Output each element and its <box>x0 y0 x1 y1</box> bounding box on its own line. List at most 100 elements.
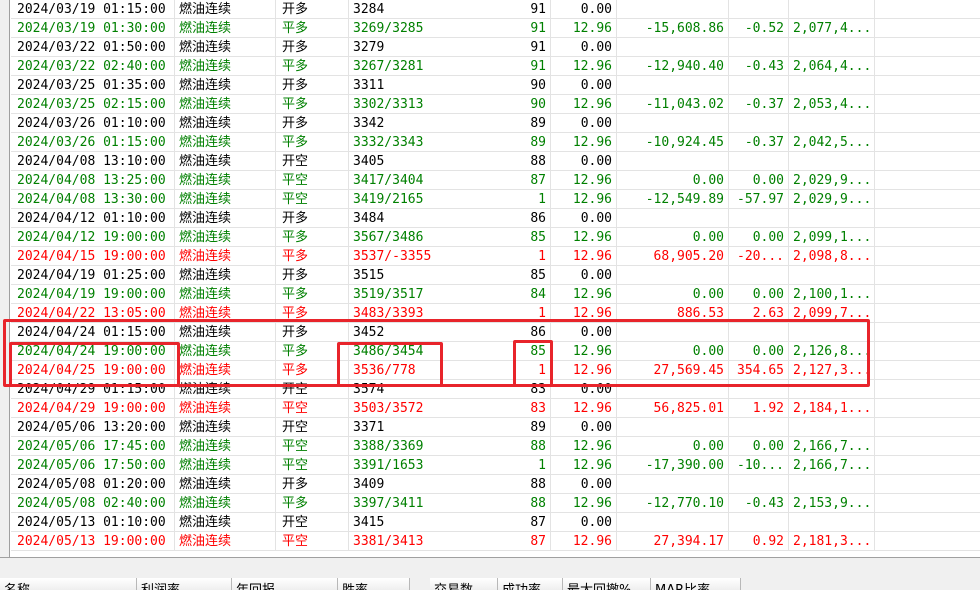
quantity-cell: 1 <box>498 304 551 323</box>
datetime-cell: 2024/05/08 02:40:00 <box>11 494 175 513</box>
action-cell: 开空 <box>276 380 349 399</box>
table-row[interactable]: 2024/05/13 19:00:00 燃油连续 平空 3381/3413 87 12.9… <box>11 532 980 551</box>
return-ratio-cell: -20... <box>729 247 789 266</box>
table-row[interactable]: 2024/05/08 01:20:00 燃油连续 开多 3409 88 0.00 <box>11 475 980 494</box>
table-row[interactable]: 2024/04/08 13:25:00 燃油连续 平空 3417/3404 87 12.9… <box>11 171 980 190</box>
profit-cell: -12,549.89 <box>617 190 729 209</box>
table-row[interactable]: 2024/04/24 01:15:00 燃油连续 开多 3452 86 0.00 <box>11 323 980 342</box>
quantity-cell: 1 <box>498 361 551 380</box>
table-row[interactable]: 2024/04/19 01:25:00 燃油连续 开多 3515 85 0.00 <box>11 266 980 285</box>
datetime-cell: 2024/04/15 19:00:00 <box>11 247 175 266</box>
profit-cell <box>617 209 729 228</box>
return-ratio-cell <box>729 38 789 57</box>
empty-cell <box>875 418 980 437</box>
fee-cell: 12.96 <box>551 247 617 266</box>
action-cell: 平多 <box>276 57 349 76</box>
datetime-cell: 2024/03/22 02:40:00 <box>11 57 175 76</box>
column-header-success-rate[interactable]: 成功率 <box>498 578 563 590</box>
contract-name-cell: 燃油连续 <box>175 95 276 114</box>
datetime-cell: 2024/04/29 01:15:00 <box>11 380 175 399</box>
table-row[interactable]: 2024/05/08 02:40:00 燃油连续 平多 3397/3411 88 12.9… <box>11 494 980 513</box>
profit-cell: 0.00 <box>617 437 729 456</box>
fee-cell: 0.00 <box>551 266 617 285</box>
profit-cell: 886.53 <box>617 304 729 323</box>
table-row[interactable]: 2024/05/13 01:10:00 燃油连续 开空 3415 87 0.00 <box>11 513 980 532</box>
table-row[interactable]: 2024/04/12 19:00:00 燃油连续 平多 3567/3486 85 12.9… <box>11 228 980 247</box>
table-row[interactable]: 2024/05/06 13:20:00 燃油连续 开空 3371 89 0.00 <box>11 418 980 437</box>
table-row[interactable]: 2024/04/08 13:30:00 燃油连续 平空 3419/2165 1 12.96… <box>11 190 980 209</box>
column-header-mar-ratio[interactable]: MAR比率 <box>651 578 741 590</box>
fee-cell: 0.00 <box>551 323 617 342</box>
column-header-annual-return[interactable]: 年回报 <box>232 578 338 590</box>
table-row[interactable]: 2024/04/12 01:10:00 燃油连续 开多 3484 86 0.00 <box>11 209 980 228</box>
table-row[interactable]: 2024/03/22 01:50:00 燃油连续 开多 3279 91 0.00 <box>11 38 980 57</box>
column-header-name[interactable]: 名称 <box>0 578 137 590</box>
action-cell: 开多 <box>276 114 349 133</box>
horizontal-scrollbar-track[interactable] <box>0 558 980 578</box>
contract-name-cell: 燃油连续 <box>175 209 276 228</box>
empty-cell <box>875 171 980 190</box>
empty-cell <box>875 209 980 228</box>
empty-cell <box>875 152 980 171</box>
grid-left-edge <box>0 0 10 557</box>
quantity-cell: 87 <box>498 532 551 551</box>
return-ratio-cell: 0.00 <box>729 228 789 247</box>
empty-cell <box>875 513 980 532</box>
table-row[interactable]: 2024/03/26 01:10:00 燃油连续 开多 3342 89 0.00 <box>11 114 980 133</box>
quantity-cell: 1 <box>498 456 551 475</box>
column-header-win-rate[interactable]: 胜率 <box>338 578 410 590</box>
table-row[interactable]: 2024/03/25 02:15:00 燃油连续 平多 3302/3313 90 12.9… <box>11 95 980 114</box>
profit-cell: 0.00 <box>617 171 729 190</box>
datetime-cell: 2024/04/29 19:00:00 <box>11 399 175 418</box>
column-header-profit-rate[interactable]: 利润率 <box>137 578 232 590</box>
table-row[interactable]: 2024/04/08 13:10:00 燃油连续 开空 3405 88 0.00 <box>11 152 980 171</box>
table-row[interactable]: 2024/03/26 01:15:00 燃油连续 平多 3332/3343 89 12.9… <box>11 133 980 152</box>
table-row[interactable]: 2024/04/29 01:15:00 燃油连续 开空 3574 83 0.00 <box>11 380 980 399</box>
fee-cell: 12.96 <box>551 304 617 323</box>
equity-cell <box>789 209 875 228</box>
datetime-cell: 2024/03/22 01:50:00 <box>11 38 175 57</box>
table-row[interactable]: 2024/05/06 17:45:00 燃油连续 平空 3388/3369 88 12.9… <box>11 437 980 456</box>
table-row[interactable]: 2024/04/29 19:00:00 燃油连续 平空 3503/3572 83 12.9… <box>11 399 980 418</box>
action-cell: 平多 <box>276 285 349 304</box>
table-row[interactable]: 2024/04/15 19:00:00 燃油连续 平多 3537/-3355 1 12.9… <box>11 247 980 266</box>
contract-name-cell: 燃油连续 <box>175 247 276 266</box>
profit-cell: 68,905.20 <box>617 247 729 266</box>
fee-cell: 12.96 <box>551 399 617 418</box>
contract-name-cell: 燃油连续 <box>175 171 276 190</box>
action-cell: 开多 <box>276 76 349 95</box>
datetime-cell: 2024/05/06 17:45:00 <box>11 437 175 456</box>
table-row[interactable]: 2024/04/22 13:05:00 燃油连续 平多 3483/3393 1 12.96… <box>11 304 980 323</box>
table-row[interactable]: 2024/03/22 02:40:00 燃油连续 平多 3267/3281 91 12.9… <box>11 57 980 76</box>
profit-cell <box>617 152 729 171</box>
empty-cell <box>875 266 980 285</box>
table-row[interactable]: 2024/04/19 19:00:00 燃油连续 平多 3519/3517 84 12.9… <box>11 285 980 304</box>
empty-cell <box>875 361 980 380</box>
fee-cell: 12.96 <box>551 285 617 304</box>
empty-cell <box>875 456 980 475</box>
fee-cell: 0.00 <box>551 0 617 19</box>
equity-cell <box>789 76 875 95</box>
contract-name-cell: 燃油连续 <box>175 323 276 342</box>
action-cell: 开多 <box>276 209 349 228</box>
profit-cell: -11,043.02 <box>617 95 729 114</box>
datetime-cell: 2024/05/13 01:10:00 <box>11 513 175 532</box>
table-row[interactable]: 2024/03/19 01:30:00 燃油连续 平多 3269/3285 91 12.9… <box>11 19 980 38</box>
table-row[interactable]: 2024/03/25 01:35:00 燃油连续 开多 3311 90 0.00 <box>11 76 980 95</box>
contract-name-cell: 燃油连续 <box>175 494 276 513</box>
table-row[interactable]: 2024/04/24 19:00:00 燃油连续 平多 3486/3454 85 12.9… <box>11 342 980 361</box>
equity-cell: 2,077,4... <box>789 19 875 38</box>
return-ratio-cell <box>729 152 789 171</box>
column-header-trade-count[interactable]: 交易数 <box>430 578 498 590</box>
quantity-cell: 88 <box>498 494 551 513</box>
table-row[interactable]: 2024/03/19 01:15:00 燃油连续 开多 3284 91 0.00 <box>11 0 980 19</box>
column-header-max-drawdown[interactable]: 最大回撤% <box>563 578 651 590</box>
datetime-cell: 2024/03/19 01:30:00 <box>11 19 175 38</box>
table-row[interactable]: 2024/04/25 19:00:00 燃油连续 平多 3536/778 1 12.96 2… <box>11 361 980 380</box>
table-row[interactable]: 2024/05/06 17:50:00 燃油连续 平空 3391/1653 1 12.96… <box>11 456 980 475</box>
return-ratio-cell: 0.92 <box>729 532 789 551</box>
profit-cell: 56,825.01 <box>617 399 729 418</box>
action-cell: 平空 <box>276 437 349 456</box>
contract-name-cell: 燃油连续 <box>175 456 276 475</box>
return-ratio-cell <box>729 209 789 228</box>
